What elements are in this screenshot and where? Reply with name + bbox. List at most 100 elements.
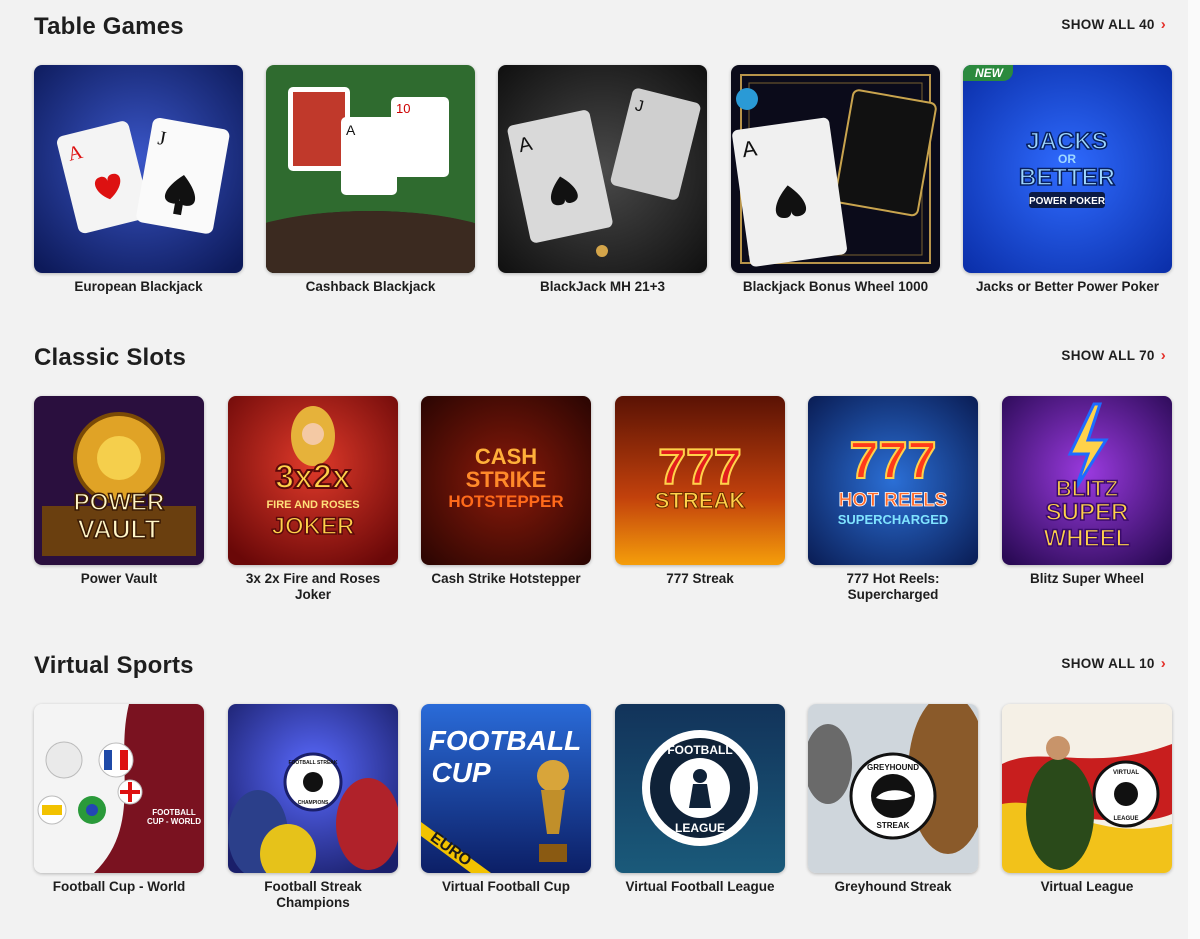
svg-text:A: A xyxy=(346,122,356,138)
game-card-football-cup-world[interactable]: FOOTBALL CUP - WORLD Football Cup - Worl… xyxy=(34,704,204,895)
art-text: STREAK xyxy=(877,821,910,830)
game-card-blackjack-mh[interactable]: A J BlackJack MH 21+3 xyxy=(498,65,707,295)
game-thumbnail[interactable]: FOOTBALL LEAGUE xyxy=(615,704,785,873)
art-text: FIRE AND ROSES xyxy=(266,499,359,511)
art-text: LEAGUE xyxy=(675,821,725,835)
art-text: STRIKE xyxy=(466,467,547,492)
game-card-virtual-football-league[interactable]: FOOTBALL LEAGUE Virtual Football League xyxy=(615,704,785,895)
art-text: FOOTBALL xyxy=(667,743,732,757)
game-card-blitz-super-wheel[interactable]: BLITZ SUPER WHEEL Blitz Super Wheel xyxy=(1002,396,1172,587)
game-thumbnail[interactable]: BLITZ SUPER WHEEL xyxy=(1002,396,1172,565)
art-text: STREAK xyxy=(655,488,746,513)
game-title: 777 Streak xyxy=(666,571,734,586)
art-text: SUPERCHARGED xyxy=(838,512,949,527)
section-title: Table Games xyxy=(34,13,184,40)
game-card-777-hot-reels[interactable]: 777 HOT REELS SUPERCHARGED 777 Hot Reels… xyxy=(808,396,978,603)
game-thumbnail[interactable]: 777 STREAK xyxy=(615,396,785,565)
game-title: Football Streak Champions xyxy=(264,879,362,910)
art-text: 3x2x xyxy=(275,458,351,496)
chevron-right-icon: › xyxy=(1160,16,1166,33)
art-text: CHAMPIONS xyxy=(298,800,329,806)
section-header: Virtual Sports SHOW ALL 10 › xyxy=(34,652,1166,692)
art-text: HOT REELS xyxy=(839,490,948,511)
game-thumbnail[interactable]: 3x2x FIRE AND ROSES JOKER xyxy=(228,396,398,565)
svg-text:10: 10 xyxy=(396,101,410,116)
scroll-track[interactable] xyxy=(1188,0,1200,939)
art-text: CUP - WORLD xyxy=(147,817,201,826)
game-thumbnail[interactable]: VIRTUAL LEAGUE xyxy=(1002,704,1172,873)
section-title: Virtual Sports xyxy=(34,652,194,679)
art-text: CASH xyxy=(475,444,537,469)
game-title: Cashback Blackjack xyxy=(305,279,436,294)
game-card-blackjack-bonus-wheel[interactable]: A Blackjack Bonus Wheel 1000 xyxy=(731,65,940,295)
games-lobby: Table Games SHOW ALL 40 › A J European Bl… xyxy=(0,0,1200,939)
game-thumbnail[interactable]: JACKS OR BETTER POWER POKER NEW xyxy=(963,65,1172,273)
game-title: BlackJack MH 21+3 xyxy=(540,279,665,294)
game-title: European Blackjack xyxy=(74,279,203,294)
game-title: Football Cup - World xyxy=(52,879,186,894)
art-text: GREYHOUND xyxy=(867,763,919,772)
section-header: Table Games SHOW ALL 40 › xyxy=(34,13,1166,53)
game-card-football-streak-champions[interactable]: FOOTBALL STREAK CHAMPIONS Football Strea… xyxy=(228,704,398,911)
game-title: Greyhound Streak xyxy=(834,879,952,894)
game-thumbnail[interactable]: FOOTBALL STREAK CHAMPIONS xyxy=(228,704,398,873)
game-title: Virtual Football Cup xyxy=(442,879,570,894)
art-text: HOTSTEPPER xyxy=(448,492,563,511)
game-title: Virtual League xyxy=(1040,879,1134,894)
art-text: FOOTBALL xyxy=(152,808,196,817)
game-thumbnail[interactable]: A 10 xyxy=(266,65,475,273)
game-card-cashback-blackjack[interactable]: A 10 Cashback Blackjack xyxy=(266,65,475,295)
game-card-greyhound-streak[interactable]: GREYHOUND STREAK Greyhound Streak xyxy=(808,704,978,895)
art-text: SUPER xyxy=(1046,499,1129,526)
game-thumbnail[interactable]: FOOTBALL CUP EURO xyxy=(421,704,591,873)
game-card-cash-strike-hotstepper[interactable]: CASH STRIKE HOTSTEPPER Cash Strike Hotst… xyxy=(421,396,591,587)
show-all-label: SHOW ALL 10 xyxy=(1061,656,1155,671)
game-thumbnail[interactable]: A J xyxy=(34,65,243,273)
game-card-power-vault[interactable]: POWER VAULT Power Vault xyxy=(34,396,204,587)
game-thumbnail[interactable]: 777 HOT REELS SUPERCHARGED xyxy=(808,396,978,565)
art-text: CUP xyxy=(431,757,490,788)
game-card-virtual-league[interactable]: VIRTUAL LEAGUE Virtual League xyxy=(1002,704,1172,895)
game-card-fire-and-roses-joker[interactable]: 3x2x FIRE AND ROSES JOKER 3x 2x Fire and… xyxy=(228,396,398,603)
show-all-label: SHOW ALL 40 xyxy=(1061,17,1155,32)
show-all-link[interactable]: SHOW ALL 70 › xyxy=(1061,348,1166,363)
game-title: 777 Hot Reels: Supercharged xyxy=(846,571,940,602)
game-card-virtual-football-cup[interactable]: FOOTBALL CUP EURO Virtual Football Cup xyxy=(421,704,591,895)
game-card-777-streak[interactable]: 777 STREAK 777 Streak xyxy=(615,396,785,587)
game-title: Jacks or Better Power Poker xyxy=(975,279,1160,294)
game-thumbnail[interactable]: CASH STRIKE HOTSTEPPER xyxy=(421,396,591,565)
art-text: VAULT xyxy=(78,514,161,544)
game-title: Cash Strike Hotstepper xyxy=(431,571,581,586)
show-all-link[interactable]: SHOW ALL 10 › xyxy=(1061,656,1166,671)
new-badge: NEW xyxy=(963,65,1013,81)
art-text: WHEEL xyxy=(1044,525,1131,552)
show-all-label: SHOW ALL 70 xyxy=(1061,348,1155,363)
game-title: Power Vault xyxy=(80,571,158,586)
section-title: Classic Slots xyxy=(34,344,187,371)
art-text: FOOTBALL xyxy=(429,725,581,756)
art-text: 777 xyxy=(850,432,937,490)
art-text: VIRTUAL xyxy=(1113,770,1139,776)
game-thumbnail[interactable]: A J xyxy=(498,65,707,273)
art-text: LEAGUE xyxy=(1113,816,1138,822)
game-card-european-blackjack[interactable]: A J European Blackjack xyxy=(34,65,243,295)
game-thumbnail[interactable]: GREYHOUND STREAK xyxy=(808,704,978,873)
show-all-link[interactable]: SHOW ALL 40 › xyxy=(1061,17,1166,32)
game-title: 3x 2x Fire and Roses Joker xyxy=(245,571,381,602)
game-title: Blackjack Bonus Wheel 1000 xyxy=(742,279,929,294)
chevron-right-icon: › xyxy=(1160,347,1166,364)
game-thumbnail[interactable]: A xyxy=(731,65,940,273)
game-thumbnail[interactable]: POWER VAULT xyxy=(34,396,204,565)
game-title: Blitz Super Wheel xyxy=(1029,571,1144,586)
art-text: POWER POKER xyxy=(1029,196,1106,207)
art-text: BETTER xyxy=(1019,164,1115,191)
game-card-jacks-or-better[interactable]: JACKS OR BETTER POWER POKER NEW Jacks or… xyxy=(963,65,1172,295)
art-text: POWER xyxy=(74,489,165,516)
art-text: FOOTBALL STREAK xyxy=(288,760,337,766)
section-header: Classic Slots SHOW ALL 70 › xyxy=(34,344,1166,384)
art-text: BLITZ xyxy=(1056,476,1118,501)
game-thumbnail[interactable]: FOOTBALL CUP - WORLD xyxy=(34,704,204,873)
art-text: JOKER xyxy=(272,513,355,540)
art-text: 777 xyxy=(658,439,741,495)
game-title: Virtual Football League xyxy=(625,879,775,894)
